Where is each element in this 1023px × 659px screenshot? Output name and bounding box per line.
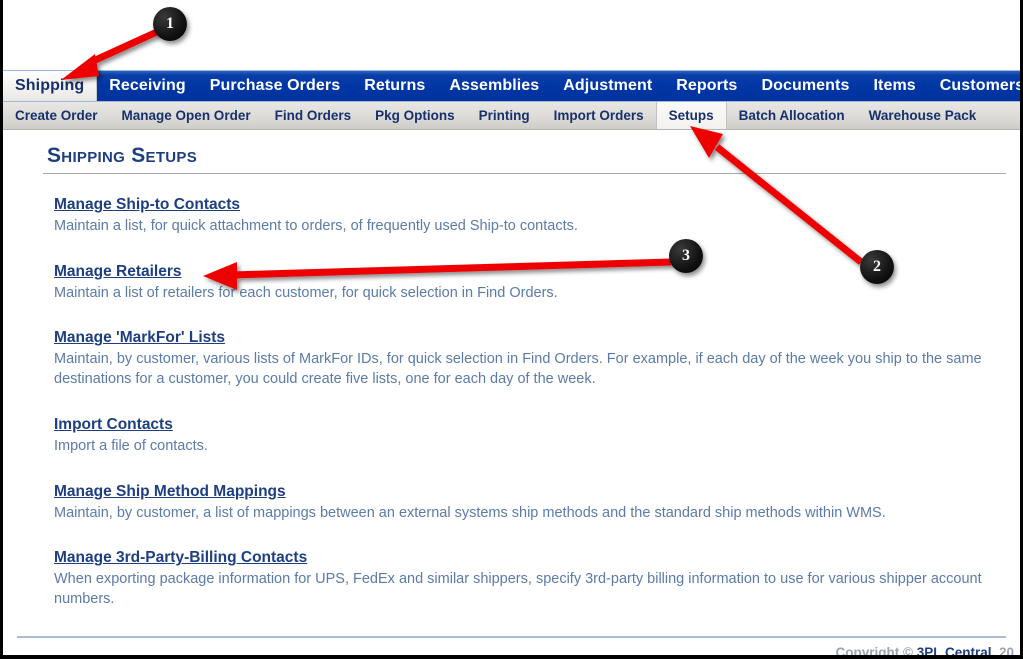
main-nav-tab-label: Receiving xyxy=(109,77,186,94)
description-manage-retailers: Maintain a list of retailers for each cu… xyxy=(54,284,558,301)
application-window: Shipping Receiving Purchase Orders Retur… xyxy=(0,0,1023,659)
link-manage-3rd-party-billing-contacts[interactable]: Manage 3rd-Party-Billing Contacts xyxy=(54,549,307,567)
footer-brand: 3PL Central xyxy=(916,644,992,659)
sub-navigation-bar: Create Order Manage Open Order Find Orde… xyxy=(3,102,1020,130)
main-nav-tab-label: Returns xyxy=(364,77,426,94)
annotation-badge-1: 1 xyxy=(153,7,187,41)
sub-nav-tab-find-orders[interactable]: Find Orders xyxy=(263,102,364,129)
sub-nav-tab-warehouse-pack[interactable]: Warehouse Pack xyxy=(857,102,989,129)
sub-nav-tab-create-order[interactable]: Create Order xyxy=(3,102,110,129)
footer: Copyright © 3PL Central, 20 xyxy=(3,638,1020,659)
sub-nav-tab-printing[interactable]: Printing xyxy=(467,102,542,129)
main-nav-tab-receiving[interactable]: Receiving xyxy=(97,71,198,101)
sub-nav-tab-label: Pkg Options xyxy=(375,108,455,123)
list-item: Import Contacts Import a file of contact… xyxy=(54,416,986,457)
link-manage-ship-method-mappings[interactable]: Manage Ship Method Mappings xyxy=(54,483,286,501)
sub-nav-tab-label: Create Order xyxy=(15,108,98,123)
link-manage-markfor-lists[interactable]: Manage 'MarkFor' Lists xyxy=(54,329,225,347)
main-nav-tab-customers[interactable]: Customers xyxy=(928,71,1020,101)
main-nav-tab-documents[interactable]: Documents xyxy=(749,71,861,101)
main-nav-tab-reports[interactable]: Reports xyxy=(664,71,749,101)
link-manage-ship-to-contacts[interactable]: Manage Ship-to Contacts xyxy=(54,196,240,214)
annotation-badge-number: 3 xyxy=(682,247,690,264)
sub-nav-tab-label: Import Orders xyxy=(553,108,644,123)
main-nav-tab-assemblies[interactable]: Assemblies xyxy=(437,71,551,101)
list-item: Manage 3rd-Party-Billing Contacts When e… xyxy=(54,549,986,609)
main-nav-tab-label: Documents xyxy=(761,77,850,94)
sub-nav-tab-manage-open-order[interactable]: Manage Open Order xyxy=(110,102,263,129)
list-item: Manage Retailers Maintain a list of reta… xyxy=(54,263,986,304)
setup-links-list: Manage Ship-to Contacts Maintain a list,… xyxy=(17,196,1006,610)
description-manage-ship-to-contacts: Maintain a list, for quick attachment to… xyxy=(54,218,578,234)
footer-copyright-prefix: Copyright © xyxy=(835,644,917,659)
sub-nav-tab-label: Batch Allocation xyxy=(738,108,845,123)
main-nav-tab-label: Assemblies xyxy=(449,77,540,94)
annotation-badge-number: 1 xyxy=(166,15,174,32)
sub-nav-tab-pkg-options[interactable]: Pkg Options xyxy=(363,102,467,129)
list-item: Manage 'MarkFor' Lists Maintain, by cust… xyxy=(54,329,986,389)
main-navigation-bar: Shipping Receiving Purchase Orders Retur… xyxy=(3,70,1020,102)
main-nav-tab-label: Items xyxy=(873,77,916,94)
description-manage-3rd-party-billing-contacts: When exporting package information for U… xyxy=(54,571,982,608)
list-item: Manage Ship-to Contacts Maintain a list,… xyxy=(54,196,986,237)
main-nav-tab-purchase-orders[interactable]: Purchase Orders xyxy=(198,71,352,101)
top-whitespace xyxy=(3,0,1020,70)
annotation-badge-number: 2 xyxy=(873,258,881,275)
sub-nav-tab-batch-allocation[interactable]: Batch Allocation xyxy=(727,102,857,129)
sub-nav-tab-import-orders[interactable]: Import Orders xyxy=(542,102,656,129)
main-nav-tab-items[interactable]: Items xyxy=(861,71,927,101)
sub-nav-tab-label: Setups xyxy=(668,108,714,123)
page-content: Shipping Setups Manage Ship-to Contacts … xyxy=(3,130,1020,610)
main-nav-tab-label: Reports xyxy=(676,77,738,94)
link-import-contacts[interactable]: Import Contacts xyxy=(54,416,173,434)
sub-nav-tab-label: Find Orders xyxy=(274,108,352,123)
main-nav-tab-label: Customers xyxy=(939,77,1020,94)
main-nav-tab-label: Shipping xyxy=(15,77,85,94)
list-item: Manage Ship Method Mappings Maintain, by… xyxy=(54,483,986,524)
sub-nav-tab-setups[interactable]: Setups xyxy=(655,102,727,129)
main-nav-tab-label: Adjustment xyxy=(563,77,653,94)
main-nav-tab-returns[interactable]: Returns xyxy=(352,71,437,101)
title-divider xyxy=(43,173,1006,174)
annotation-badge-3: 3 xyxy=(669,239,703,273)
footer-copyright-suffix: , 20 xyxy=(991,644,1014,659)
link-manage-retailers[interactable]: Manage Retailers xyxy=(54,263,182,281)
annotation-badge-2: 2 xyxy=(860,250,894,284)
description-manage-markfor-lists: Maintain, by customer, various lists of … xyxy=(54,351,982,388)
sub-nav-tab-label: Warehouse Pack xyxy=(868,108,977,123)
description-import-contacts: Import a file of contacts. xyxy=(54,437,208,454)
main-nav-tab-adjustment[interactable]: Adjustment xyxy=(551,71,664,101)
sub-nav-tab-label: Printing xyxy=(478,108,530,123)
page-title: Shipping Setups xyxy=(47,144,198,167)
sub-nav-tab-label: Manage Open Order xyxy=(121,108,251,123)
main-nav-tab-shipping[interactable]: Shipping xyxy=(3,71,98,101)
description-manage-ship-method-mappings: Maintain, by customer, a list of mapping… xyxy=(54,504,886,521)
main-nav-tab-label: Purchase Orders xyxy=(209,77,341,94)
